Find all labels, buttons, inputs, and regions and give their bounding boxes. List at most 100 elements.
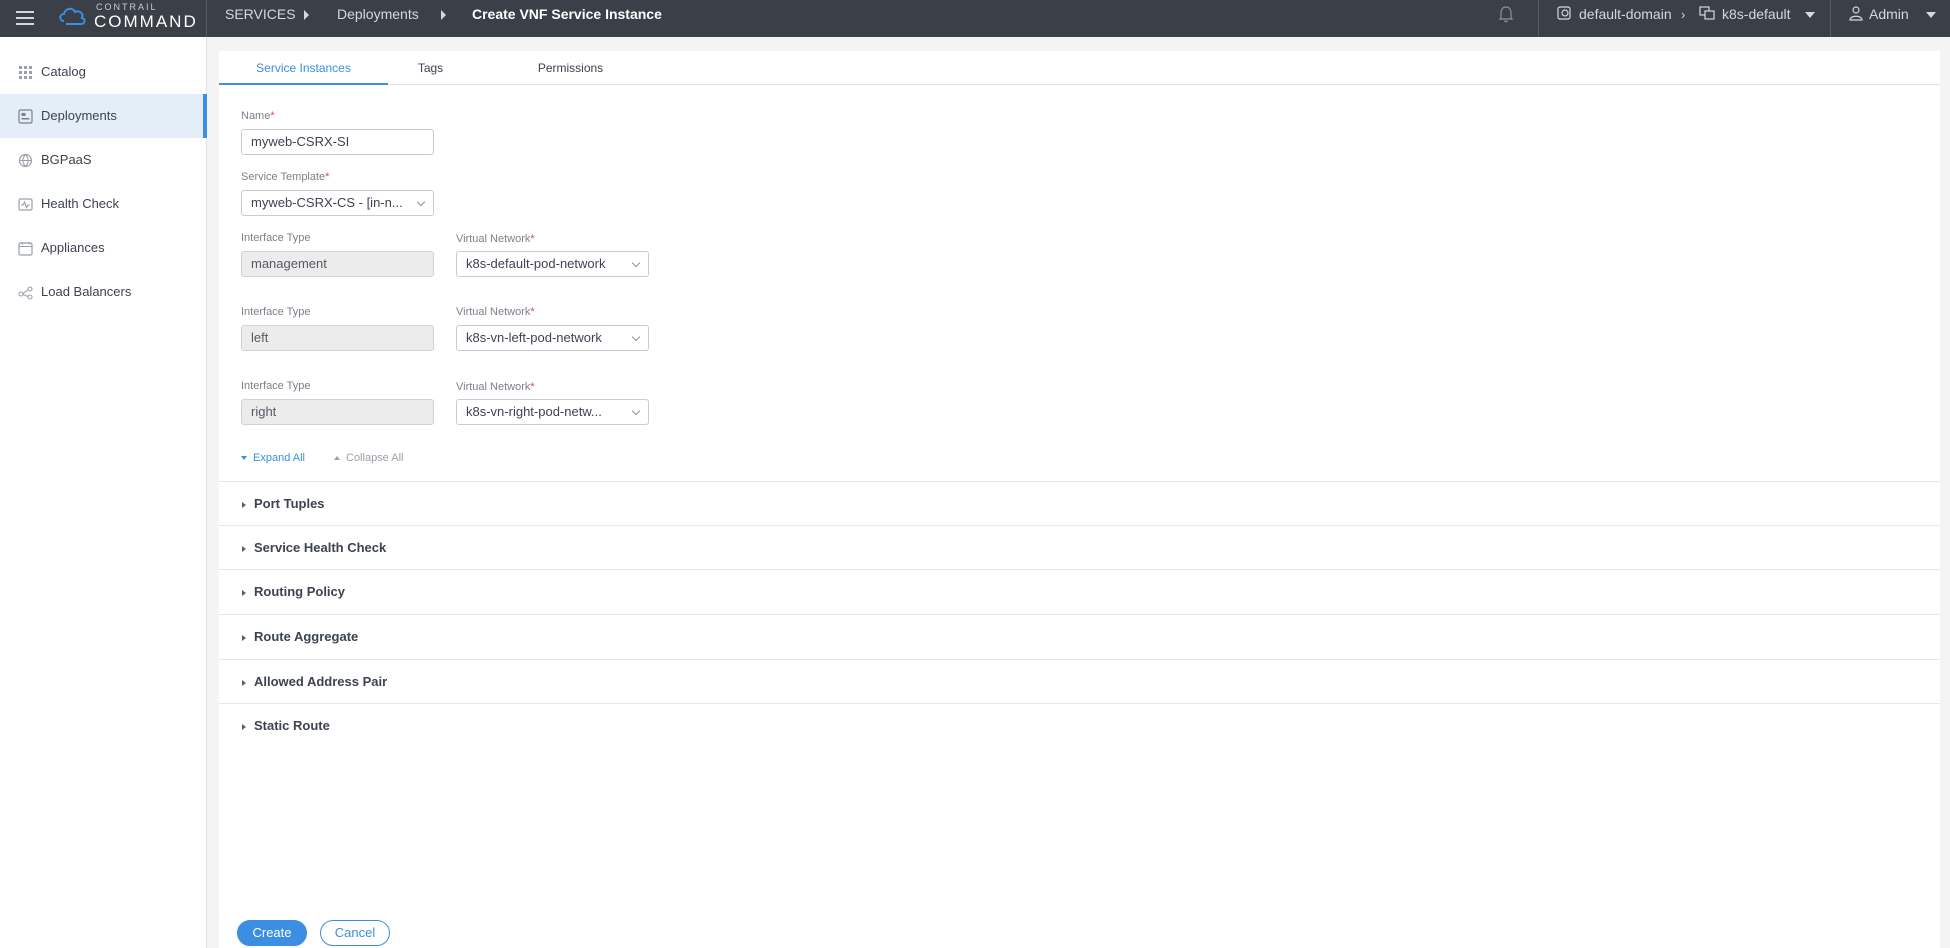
topbar-divider xyxy=(206,0,207,37)
sidebar: Catalog Deployments BGPaaS Health Check … xyxy=(0,37,207,948)
caret-right-icon xyxy=(242,546,246,552)
name-input[interactable]: myweb-CSRX-SI xyxy=(241,129,434,155)
chevron-down-icon xyxy=(416,197,426,207)
domain-selector[interactable]: default-domain xyxy=(1579,0,1672,29)
breadcrumb-current-page: Create VNF Service Instance xyxy=(472,6,662,22)
required-mark: * xyxy=(325,171,330,183)
sidebar-item-load-balancers[interactable]: Load Balancers xyxy=(0,270,207,314)
virtual-network-select[interactable]: k8s-default-pod-network xyxy=(456,251,649,277)
breadcrumb-services[interactable]: SERVICES xyxy=(225,0,296,29)
section-port-tuples[interactable]: Port Tuples xyxy=(219,481,1940,525)
section-title: Static Route xyxy=(254,718,330,733)
tab-permissions[interactable]: Permissions xyxy=(508,51,633,85)
chevron-right-icon: › xyxy=(1681,7,1686,22)
sidebar-item-label: BGPaaS xyxy=(41,152,92,167)
expand-all-text: Expand All xyxy=(253,452,305,464)
section-title: Port Tuples xyxy=(254,496,325,511)
globe-icon xyxy=(18,153,33,168)
interface-type-field: left xyxy=(241,325,434,351)
chevron-down-icon xyxy=(631,332,641,342)
contrail-command-logo[interactable]: CONTRAIL COMMAND xyxy=(58,2,196,34)
tab-tags[interactable]: Tags xyxy=(388,51,473,85)
virtual-network-select[interactable]: k8s-vn-left-pod-network xyxy=(456,325,649,351)
sidebar-item-label: Health Check xyxy=(41,196,120,211)
user-menu[interactable]: Admin xyxy=(1869,0,1909,29)
caret-right-icon xyxy=(242,635,246,641)
breadcrumb-separator-icon xyxy=(441,10,446,20)
section-static-route[interactable]: Static Route xyxy=(219,703,1940,747)
interface-type-label: Interface Type xyxy=(241,232,311,244)
section-title: Routing Policy xyxy=(254,584,345,599)
sidebar-item-label: Load Balancers xyxy=(41,284,132,299)
grid-icon xyxy=(19,66,32,79)
chevron-down-icon xyxy=(631,258,641,268)
section-service-health-check[interactable]: Service Health Check xyxy=(219,525,1940,569)
required-mark: * xyxy=(530,233,535,245)
virtual-network-label-text: Virtual Network xyxy=(456,306,531,318)
menu-icon[interactable] xyxy=(16,7,34,29)
virtual-network-label: Virtual Network* xyxy=(456,381,535,393)
tab-bar: Service Instances Tags Permissions xyxy=(219,51,1940,85)
deployments-icon xyxy=(18,109,33,124)
project-selector[interactable]: k8s-default xyxy=(1722,0,1790,29)
sidebar-item-bgpaas[interactable]: BGPaaS xyxy=(0,138,207,182)
section-title: Route Aggregate xyxy=(254,629,359,644)
caret-down-icon[interactable] xyxy=(1805,12,1815,18)
project-icon xyxy=(1699,6,1715,20)
service-template-label: Service Template* xyxy=(241,171,329,183)
section-route-aggregate[interactable]: Route Aggregate xyxy=(219,614,1940,658)
sidebar-item-health-check[interactable]: Health Check xyxy=(0,182,207,226)
name-label-text: Name xyxy=(241,110,271,122)
section-allowed-address-pair[interactable]: Allowed Address Pair xyxy=(219,659,1940,703)
sidebar-item-label: Deployments xyxy=(41,108,117,123)
virtual-network-label-text: Virtual Network xyxy=(456,381,531,393)
sidebar-item-catalog[interactable]: Catalog xyxy=(0,50,207,94)
sidebar-item-deployments[interactable]: Deployments xyxy=(0,94,207,138)
required-mark: * xyxy=(270,110,275,122)
caret-right-icon xyxy=(242,680,246,686)
service-template-select[interactable]: myweb-CSRX-CS - [in-n... xyxy=(241,190,434,216)
user-icon xyxy=(1849,6,1863,21)
sidebar-item-label: Appliances xyxy=(41,240,105,255)
breadcrumb-separator-icon xyxy=(304,10,309,20)
section-title: Allowed Address Pair xyxy=(254,674,388,689)
sidebar-item-appliances[interactable]: Appliances xyxy=(0,226,207,270)
collapse-all-text: Collapse All xyxy=(346,452,404,464)
share-node-icon xyxy=(18,286,33,300)
interface-type-label: Interface Type xyxy=(241,380,311,392)
required-mark: * xyxy=(530,381,535,393)
service-template-label-text: Service Template xyxy=(241,171,326,183)
caret-down-icon[interactable] xyxy=(1926,12,1936,18)
required-mark: * xyxy=(530,306,535,318)
caret-right-icon xyxy=(242,724,246,730)
virtual-network-label: Virtual Network* xyxy=(456,233,535,245)
service-template-value: myweb-CSRX-CS - [in-n... xyxy=(251,195,403,210)
chevron-down-icon xyxy=(631,406,641,416)
name-label: Name* xyxy=(241,110,275,122)
interface-type-field: right xyxy=(241,399,434,425)
section-title: Service Health Check xyxy=(254,540,387,555)
caret-up-icon xyxy=(334,456,340,461)
main-panel: Service Instances Tags Permissions Name*… xyxy=(219,51,1940,948)
tab-service-instances[interactable]: Service Instances xyxy=(219,51,388,85)
virtual-network-value: k8s-vn-left-pod-network xyxy=(466,330,602,345)
section-routing-policy[interactable]: Routing Policy xyxy=(219,569,1940,613)
virtual-network-value: k8s-default-pod-network xyxy=(466,256,606,271)
virtual-network-label: Virtual Network* xyxy=(456,306,535,318)
domain-icon xyxy=(1557,6,1571,20)
logo-contrail-text: CONTRAIL xyxy=(96,2,158,12)
bell-icon[interactable] xyxy=(1498,5,1514,23)
caret-right-icon xyxy=(242,502,246,508)
topbar-divider xyxy=(1830,0,1831,37)
virtual-network-label-text: Virtual Network xyxy=(456,233,531,245)
create-button[interactable]: Create xyxy=(237,920,307,946)
cancel-button[interactable]: Cancel xyxy=(320,920,390,946)
pulse-icon xyxy=(18,198,33,211)
interface-type-label: Interface Type xyxy=(241,306,311,318)
topbar-divider xyxy=(1538,0,1539,37)
top-bar: CONTRAIL COMMAND SERVICES Deployments Cr… xyxy=(0,0,1950,37)
expand-all-link[interactable]: Expand All xyxy=(241,452,305,464)
virtual-network-select[interactable]: k8s-vn-right-pod-netw... xyxy=(456,399,649,425)
collapse-all-link[interactable]: Collapse All xyxy=(334,452,403,464)
breadcrumb-deployments[interactable]: Deployments xyxy=(337,0,419,29)
